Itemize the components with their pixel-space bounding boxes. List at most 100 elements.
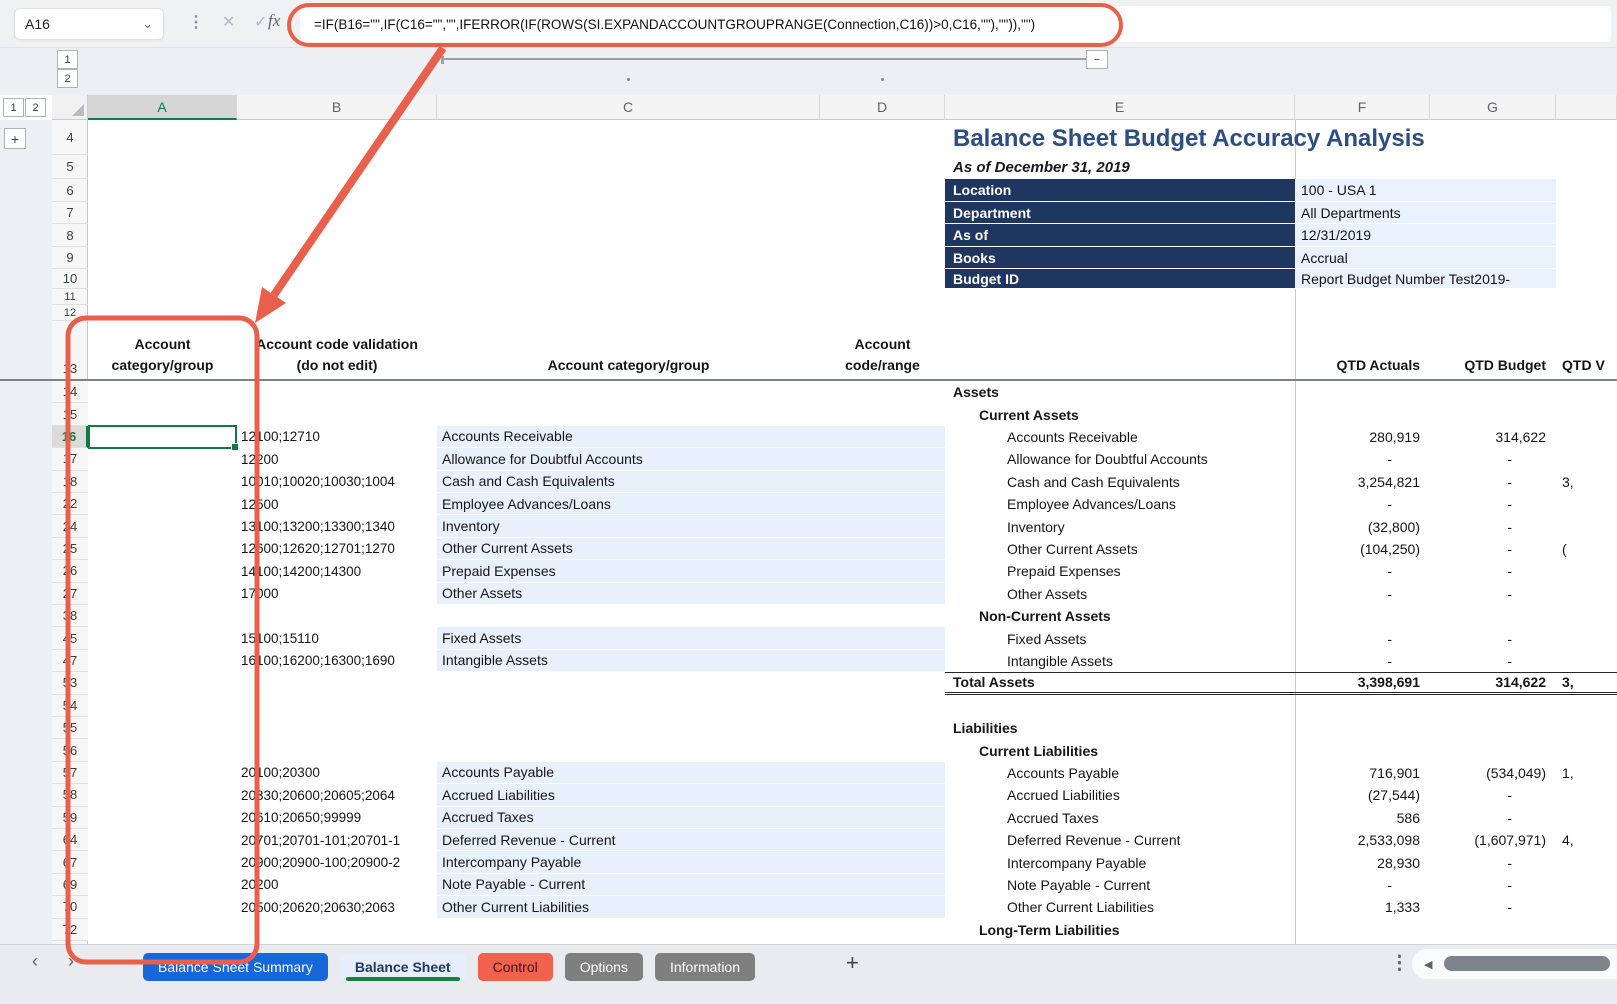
cell-E55[interactable]: Liabilities	[945, 717, 1295, 739]
header-qtd-variance[interactable]: QTD V	[1556, 321, 1617, 380]
cell-E69[interactable]: Note Payable - Current	[945, 874, 1295, 896]
info-label-2[interactable]: As of	[945, 224, 1295, 247]
cell-C57[interactable]: Accounts Payable	[437, 761, 820, 785]
sheet-tab-balance-sheet-summary[interactable]: Balance Sheet Summary	[143, 953, 328, 981]
row-header-9[interactable]: 9	[52, 247, 88, 269]
cell-G27[interactable]: -	[1430, 583, 1556, 605]
header-account-category-c[interactable]: Account category/group	[437, 321, 820, 380]
cell-G16[interactable]: 314,622	[1430, 426, 1556, 448]
cell-B18[interactable]: 10010;10020;10030;1004	[237, 471, 437, 493]
cell-D45[interactable]	[820, 627, 945, 650]
cell-C27[interactable]: Other Assets	[437, 582, 820, 605]
cell-F27[interactable]: -	[1295, 583, 1430, 605]
cell-D27[interactable]	[820, 582, 945, 605]
cell-B69[interactable]: 20200	[237, 874, 437, 896]
row-header-24[interactable]: 24	[52, 515, 88, 538]
cell-G64[interactable]: (1,607,971)	[1430, 829, 1556, 851]
cell-F59[interactable]: 586	[1295, 807, 1430, 829]
column-group-dot[interactable]	[881, 78, 884, 81]
cell-C17[interactable]: Allowance for Doubtful Accounts	[437, 448, 820, 471]
row-header-54[interactable]: 54	[52, 694, 88, 717]
cell-D17[interactable]	[820, 448, 945, 471]
cell-G70[interactable]: -	[1430, 896, 1556, 918]
column-header-B[interactable]: B	[237, 95, 437, 120]
row-header-14[interactable]: 14	[52, 381, 88, 404]
cell-F47[interactable]: -	[1295, 650, 1430, 672]
row-header-57[interactable]: 57	[52, 761, 88, 785]
cell-G25[interactable]: -	[1430, 538, 1556, 560]
cell-F67[interactable]: 28,930	[1295, 851, 1430, 873]
row-header-72[interactable]: 72	[52, 918, 88, 941]
info-value-2[interactable]: 12/31/2019	[1295, 224, 1556, 247]
column-header-G[interactable]: G	[1430, 95, 1556, 120]
row-header-55[interactable]: 55	[52, 717, 88, 740]
row-header-27[interactable]: 27	[52, 582, 88, 605]
cell-B67[interactable]: 20900;20900-100;20900-2	[237, 851, 437, 873]
cell-G24[interactable]: -	[1430, 515, 1556, 537]
cell-H53[interactable]: 3,	[1556, 672, 1617, 695]
cell-C58[interactable]: Accrued Liabilities	[437, 784, 820, 807]
column-header-H[interactable]	[1556, 95, 1617, 120]
cell-B27[interactable]: 17000	[237, 583, 437, 605]
row-header-64[interactable]: 64	[52, 829, 88, 852]
row-header-59[interactable]: 59	[52, 806, 88, 829]
cell-E15[interactable]: Current Assets	[945, 403, 1295, 425]
cell-E45[interactable]: Fixed Assets	[945, 627, 1295, 649]
header-qtd-actuals[interactable]: QTD Actuals	[1295, 321, 1430, 380]
row-header-53[interactable]: 53	[52, 672, 88, 695]
cell-G53[interactable]: 314,622	[1430, 672, 1556, 695]
cell-G22[interactable]: -	[1430, 493, 1556, 515]
cell-D16[interactable]	[820, 425, 945, 449]
cell-H18[interactable]: 3,	[1556, 471, 1617, 493]
cell-D47[interactable]	[820, 649, 945, 673]
header-account-category-a[interactable]: Account category/group	[88, 321, 237, 380]
row-header-4[interactable]: 4	[52, 120, 88, 155]
column-outline-level-2-button[interactable]: 2	[57, 69, 78, 88]
column-header-C[interactable]: C	[437, 95, 820, 120]
cell-B57[interactable]: 20100;20300	[237, 762, 437, 784]
row-header-26[interactable]: 26	[52, 560, 88, 583]
cancel-icon[interactable]: ✕	[222, 12, 235, 32]
report-title[interactable]: Balance Sheet Budget Accuracy Analysis	[953, 125, 1425, 153]
info-label-0[interactable]: Location	[945, 179, 1295, 202]
cell-G18[interactable]: -	[1430, 471, 1556, 493]
cell-G59[interactable]: -	[1430, 807, 1556, 829]
cell-F25[interactable]: (104,250)	[1295, 538, 1430, 560]
row-header-12[interactable]: 12	[52, 305, 88, 321]
row-header-67[interactable]: 67	[52, 851, 88, 874]
cell-F16[interactable]: 280,919	[1295, 426, 1430, 448]
cell-E59[interactable]: Accrued Taxes	[945, 807, 1295, 829]
cell-B25[interactable]: 12600;12620;12701;1270	[237, 538, 437, 560]
cell-D25[interactable]	[820, 537, 945, 561]
cell-C16[interactable]: Accounts Receivable	[437, 425, 820, 449]
header-qtd-budget[interactable]: QTD Budget	[1430, 321, 1556, 380]
info-label-4[interactable]: Budget ID	[945, 269, 1295, 289]
row-header-56[interactable]: 56	[52, 739, 88, 762]
row-header-6[interactable]: 6	[52, 179, 88, 202]
cell-G57[interactable]: (534,049)	[1430, 762, 1556, 784]
row-header-38[interactable]: 38	[52, 605, 88, 628]
column-header-E[interactable]: E	[945, 95, 1295, 120]
cell-C24[interactable]: Inventory	[437, 515, 820, 538]
cell-F24[interactable]: (32,800)	[1295, 515, 1430, 537]
cell-B45[interactable]: 15100;15110	[237, 627, 437, 649]
cell-B64[interactable]: 20701;20701-101;20701-1	[237, 829, 437, 851]
cell-G47[interactable]: -	[1430, 650, 1556, 672]
cell-C70[interactable]: Other Current Liabilities	[437, 896, 820, 919]
row-header-15[interactable]: 15	[52, 403, 88, 426]
row-header-18[interactable]: 18	[52, 470, 88, 493]
row-outline-level-1-button[interactable]: 1	[3, 98, 24, 117]
column-header-D[interactable]: D	[820, 95, 945, 120]
cell-F45[interactable]: -	[1295, 627, 1430, 649]
row-header-11[interactable]: 11	[52, 289, 88, 305]
row-header-69[interactable]: 69	[52, 873, 88, 897]
cell-C69[interactable]: Note Payable - Current	[437, 873, 820, 897]
row-outline-level-2-button[interactable]: 2	[25, 98, 46, 117]
cell-D64[interactable]	[820, 829, 945, 852]
cell-E38[interactable]: Non-Current Assets	[945, 605, 1295, 627]
cell-F57[interactable]: 716,901	[1295, 762, 1430, 784]
cell-F53[interactable]: 3,398,691	[1295, 672, 1430, 695]
cell-F26[interactable]: -	[1295, 560, 1430, 582]
cell-C45[interactable]: Fixed Assets	[437, 627, 820, 650]
formula-input[interactable]: =IF(B16="",IF(C16="","",IFERROR(IF(ROWS(…	[300, 6, 1611, 42]
